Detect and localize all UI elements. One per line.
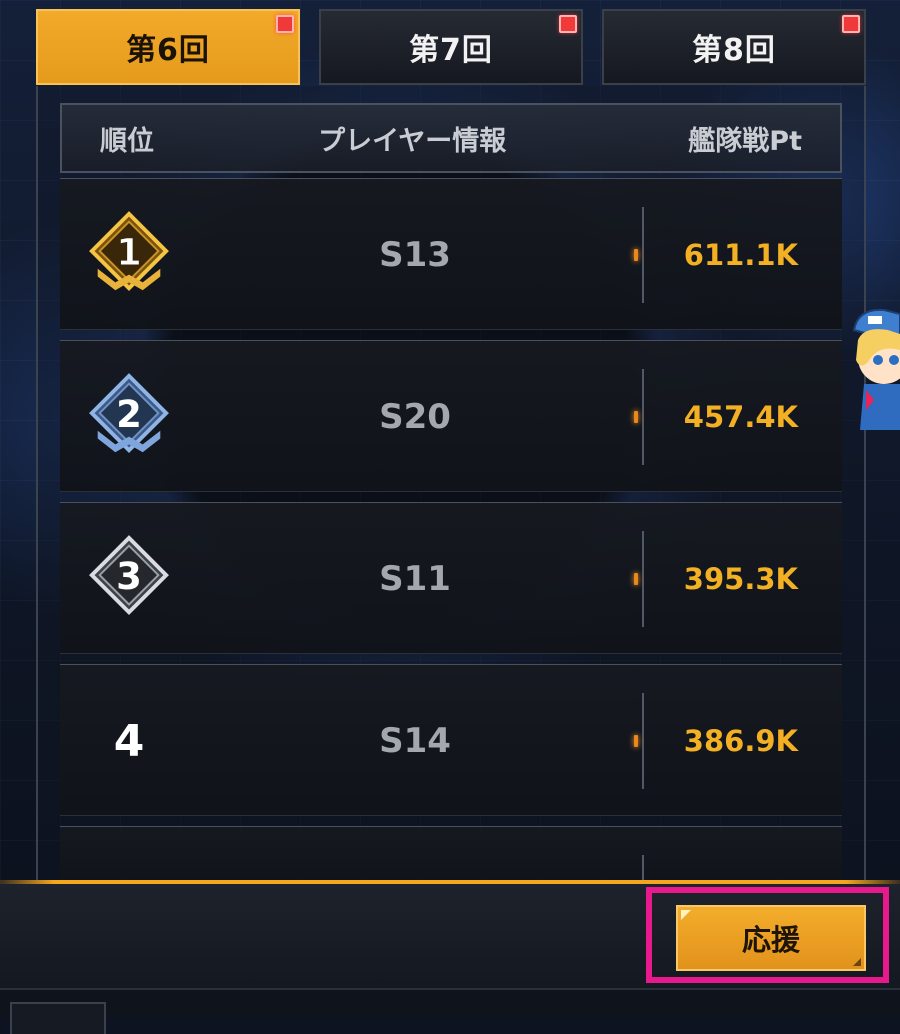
button-corner-decoration xyxy=(853,958,861,966)
header-rank: 順位 xyxy=(100,125,154,157)
tab-round-8[interactable]: 第8回 xyxy=(602,9,866,85)
rank-cell: 4 xyxy=(84,665,174,817)
rank-number: 3 xyxy=(116,554,142,598)
divider xyxy=(634,369,646,465)
fleet-points: 395.3K xyxy=(683,562,798,596)
fleet-points: 611.1K xyxy=(683,238,798,272)
ranking-row[interactable]: 2 S20 457.4K xyxy=(60,340,842,492)
tab-label: 第6回 xyxy=(126,33,210,68)
tab-label: 第8回 xyxy=(692,33,776,68)
button-corner-decoration xyxy=(681,910,691,920)
notification-dot-icon xyxy=(842,15,860,33)
bottom-tab-stub[interactable] xyxy=(10,1002,106,1034)
bottom-strip xyxy=(0,988,900,1034)
header-fleet-points: 艦隊戦Pt xyxy=(688,125,802,157)
mascot-character-icon xyxy=(852,308,900,430)
support-button-label: 応援 xyxy=(741,923,800,957)
blue-rank-medal-icon: 2 xyxy=(89,373,169,454)
tab-round-6[interactable]: 第6回 xyxy=(36,9,300,85)
support-button[interactable]: 応援 xyxy=(676,905,866,971)
notification-dot-icon xyxy=(559,15,577,33)
tab-label: 第7回 xyxy=(409,33,493,68)
fleet-points: 386.9K xyxy=(683,724,798,758)
silver-rank-medal-icon: 3 xyxy=(89,535,169,616)
header-player-info: プレイヤー情報 xyxy=(318,125,507,157)
divider xyxy=(634,207,646,303)
rank-cell: 1 xyxy=(84,179,174,331)
ranking-row[interactable]: 4 S14 386.9K xyxy=(60,664,842,816)
fleet-points: 457.4K xyxy=(683,400,798,434)
notification-dot-icon xyxy=(276,15,294,33)
divider xyxy=(634,531,646,627)
player-server: S20 xyxy=(379,397,451,437)
rank-cell: 2 xyxy=(84,341,174,493)
divider xyxy=(634,693,646,789)
ranking-row[interactable]: 3 S11 395.3K xyxy=(60,502,842,654)
rank-number: 4 xyxy=(113,715,145,767)
ranking-list[interactable]: 1 S13 611.1K 2 S20 457.4K 3 S11 395.3K 4… xyxy=(60,178,842,896)
rank-cell: 3 xyxy=(84,503,174,655)
gold-rank-medal-icon: 1 xyxy=(89,211,169,292)
ranking-row-partial[interactable] xyxy=(60,826,842,887)
ranking-table-header: 順位 プレイヤー情報 艦隊戦Pt xyxy=(60,103,842,173)
tab-round-7[interactable]: 第7回 xyxy=(319,9,583,85)
ranking-row[interactable]: 1 S13 611.1K xyxy=(60,178,842,330)
player-server: S14 xyxy=(379,721,451,761)
player-server: S13 xyxy=(379,235,451,275)
player-server: S11 xyxy=(379,559,451,599)
rank-number: 2 xyxy=(116,392,142,436)
round-tabs: 第6回 第7回 第8回 xyxy=(36,9,866,87)
rank-number: 1 xyxy=(116,230,142,274)
